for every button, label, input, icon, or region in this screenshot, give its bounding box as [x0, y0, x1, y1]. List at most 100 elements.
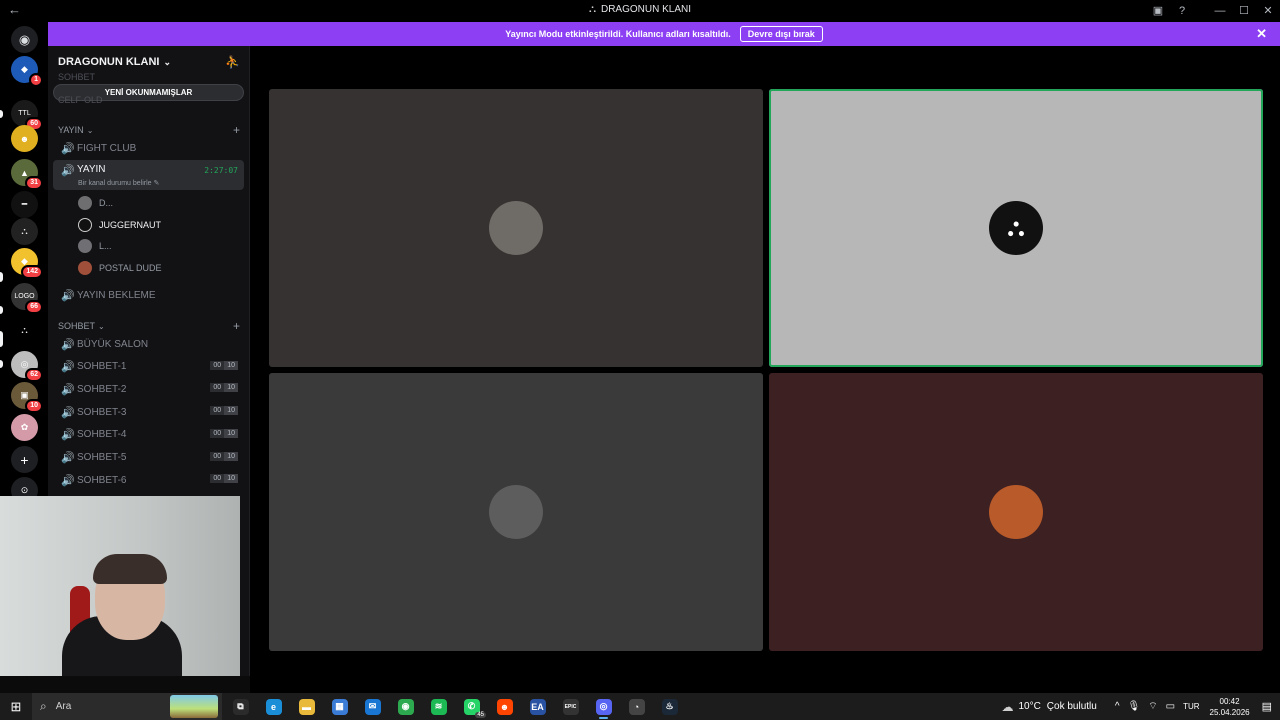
system-tray: ☁ 10°C Çok bulutlu ^ 🎙 ⌔ ▭ TUR 00:42 25.…	[1001, 693, 1280, 720]
channel-name: SOHBET-4	[77, 429, 127, 441]
banner-close-icon[interactable]: ✕	[1256, 26, 1267, 42]
weather-text[interactable]: Çok bulutlu	[1047, 701, 1097, 712]
voice-channel[interactable]: 🔊 SOHBET-6 00 10	[53, 469, 244, 491]
language-indicator[interactable]: TUR	[1183, 702, 1199, 711]
server-icon[interactable]: ⛬	[11, 218, 38, 245]
server-icon[interactable]: TTL 60	[11, 100, 43, 131]
taskbar-app[interactable]: ✆ 45	[455, 693, 488, 720]
taskbar-app[interactable]: EA	[521, 693, 554, 720]
disable-streamer-mode-button[interactable]: Devre dışı bırak	[739, 26, 823, 42]
taskbar-app[interactable]: ✉	[356, 693, 389, 720]
set-channel-status[interactable]: Bir kanal durumu belirle ✎	[78, 179, 159, 187]
voice-channel[interactable]: 🔊 BÜYÜK SALON	[53, 333, 244, 355]
app-icon: EA	[529, 698, 546, 715]
server-icon[interactable]: ◎ 62	[11, 351, 43, 382]
chevron-up-icon[interactable]: ^	[1115, 701, 1120, 712]
minimize-icon[interactable]: —	[1208, 5, 1232, 17]
voice-member[interactable]: D...	[78, 194, 113, 212]
add-server-icon[interactable]: +	[11, 446, 38, 473]
user-limit-badge: 00 10	[210, 406, 238, 416]
channel-name: SOHBET-1	[77, 361, 127, 373]
limit-max: 10	[224, 428, 238, 438]
category-yayin[interactable]: YAYIN ⌄ +	[58, 123, 240, 137]
taskbar-app[interactable]: ◉	[389, 693, 422, 720]
taskbar-app[interactable]: EPIC	[554, 693, 587, 720]
taskbar-search[interactable]: ⌕ Ara	[32, 693, 222, 720]
chevron-down-icon: ⌄	[163, 56, 171, 67]
maximize-icon[interactable]: ☐	[1232, 4, 1256, 17]
taskbar-app[interactable]: e	[257, 693, 290, 720]
faded-channel: SOHBET	[58, 72, 96, 82]
channel-yayin-active[interactable]: 🔊 YAYIN 2:27:07 Bir kanal durumu belirle…	[53, 160, 244, 190]
taskbar-app[interactable]: ☻	[488, 693, 521, 720]
server-icon[interactable]: LOGO 66	[11, 283, 43, 314]
unread-pill-indicator	[0, 272, 3, 282]
taskbar-app[interactable]: ♨	[653, 693, 686, 720]
server-icon-label: ✿	[20, 422, 29, 432]
taskbar-app[interactable]: ≋	[422, 693, 455, 720]
limit-max: 10	[224, 406, 238, 416]
app-icon: ▬	[298, 698, 315, 715]
weather-temp[interactable]: 10°C	[1018, 701, 1040, 712]
server-icon[interactable]: ◆ 142	[11, 248, 43, 279]
clock[interactable]: 00:42 25.04.2026	[1210, 696, 1250, 718]
limit-max: 10	[224, 451, 238, 461]
server-icon-label: ☻	[19, 133, 30, 144]
member-name: POSTAL DUDE	[99, 263, 162, 273]
channel-fight-club[interactable]: 🔊 FIGHT CLUB	[53, 137, 244, 159]
home-discord-icon[interactable]: ◉	[11, 26, 38, 53]
voice-member[interactable]: JUGGERNAUT	[78, 216, 161, 234]
clock-time: 00:42	[1219, 696, 1240, 706]
start-button[interactable]: ⊞	[0, 699, 32, 715]
wifi-icon[interactable]: ⌔	[1148, 700, 1157, 713]
server-icon[interactable]: ⛬	[11, 317, 38, 344]
notification-icon[interactable]: ▤	[1262, 700, 1272, 713]
voice-channel[interactable]: 🔊 SOHBET-4 00 10	[53, 424, 244, 446]
server-icon[interactable]: ▣ 10	[11, 382, 43, 413]
limit-current: 00	[210, 451, 225, 461]
window-title-text: DRAGONUN KLANI	[600, 4, 691, 15]
clock-date: 25.04.2026	[1209, 707, 1250, 717]
battery-icon[interactable]: ▭	[1166, 701, 1175, 712]
search-icon: ⌕	[40, 699, 47, 713]
create-channel-icon[interactable]: +	[233, 123, 240, 137]
voice-member[interactable]: L...	[78, 237, 112, 255]
invite-people-icon[interactable]: ⛹	[225, 55, 240, 69]
app-icon: ☻	[496, 698, 513, 715]
voice-channel[interactable]: 🔊 SOHBET-2 00 10	[53, 378, 244, 400]
webcam-overlay	[0, 496, 240, 676]
channel-name: SOHBET-2	[77, 383, 127, 395]
help-icon[interactable]: ?	[1170, 5, 1194, 17]
create-channel-icon[interactable]: +	[233, 319, 240, 333]
taskbar-app[interactable]: ◎	[587, 693, 620, 720]
server-icon[interactable]: ◆ 1	[11, 56, 43, 87]
speaker-icon: 🔊	[61, 383, 75, 396]
server-icon[interactable]: ✿	[11, 414, 38, 441]
participant-tile[interactable]	[769, 373, 1263, 651]
channel-yayin-bekleme[interactable]: 🔊 YAYIN BEKLEME	[53, 284, 244, 306]
server-icon[interactable]: ━	[11, 191, 38, 218]
window-close-icon[interactable]: ✕	[1256, 4, 1280, 17]
microphone-icon[interactable]: 🎙	[1128, 701, 1141, 712]
participant-tile[interactable]	[269, 373, 763, 651]
app-icon: ◎	[595, 698, 612, 715]
participant-tile[interactable]: ⛬	[769, 89, 1263, 367]
inbox-icon[interactable]: ▣	[1146, 4, 1170, 17]
taskbar-app[interactable]: ⧉	[224, 693, 257, 720]
taskbar-app[interactable]: ▦	[323, 693, 356, 720]
server-icon[interactable]: ▲ 31	[11, 159, 43, 190]
speaker-icon: 🔊	[61, 142, 75, 155]
speaker-icon: 🔊	[61, 429, 75, 442]
server-icon-label: ◆	[21, 64, 28, 74]
voice-channel[interactable]: 🔊 SOHBET-1 00 10	[53, 356, 244, 378]
server-icon-label: TTL	[18, 110, 31, 117]
participant-tile[interactable]	[269, 89, 763, 367]
taskbar-app[interactable]: ▬	[290, 693, 323, 720]
voice-channel[interactable]: 🔊 SOHBET-5 00 10	[53, 447, 244, 469]
category-sohbet[interactable]: SOHBET ⌄ +	[58, 319, 240, 333]
voice-channel[interactable]: 🔊 SOHBET-3 00 10	[53, 401, 244, 423]
taskbar-app[interactable]: ◔	[620, 693, 653, 720]
mention-badge: 10	[25, 399, 43, 413]
server-icon[interactable]: ☻	[11, 125, 38, 152]
voice-member[interactable]: POSTAL DUDE	[78, 259, 162, 277]
